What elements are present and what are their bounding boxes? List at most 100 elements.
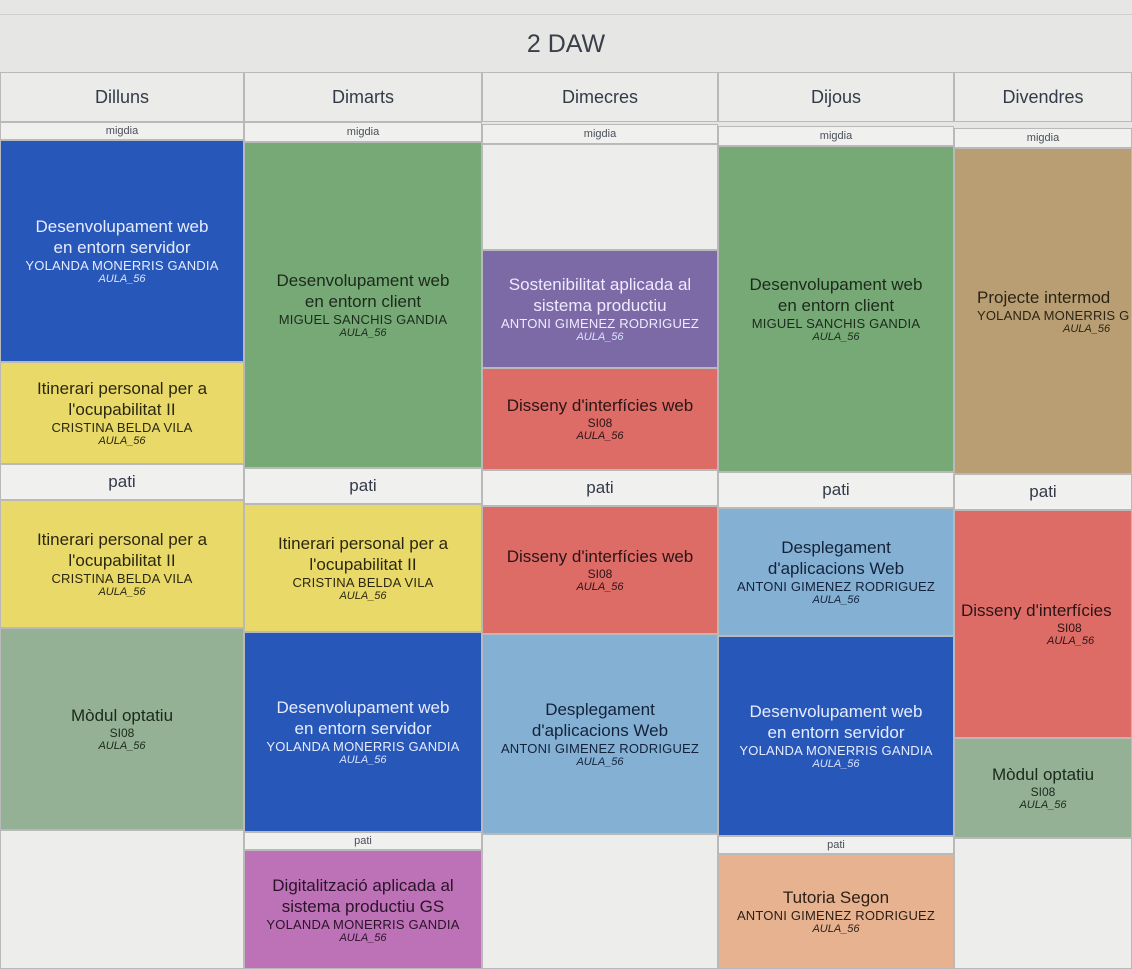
subject-line: d'aplicacions Web [531, 721, 669, 740]
subject-line: d'aplicacions Web [767, 559, 905, 578]
class-block-thu-2[interactable]: Desplegament d'aplicacions Web ANTONI GI… [718, 508, 954, 636]
empty-slot [0, 830, 244, 969]
day-label: Dimecres [561, 86, 638, 107]
day-label: Dilluns [94, 86, 150, 107]
room-label: AULA_56 [576, 331, 624, 343]
subject-line: Itinerari personal per a [36, 530, 208, 549]
class-block-fri-3[interactable]: Mòdul optatiu SI08 AULA_56 [954, 738, 1132, 838]
subject-line: Desenvolupament web [276, 271, 450, 290]
room-label: AULA_56 [339, 327, 387, 339]
teacher-name: CRISTINA BELDA VILA [51, 420, 193, 435]
subject-line: en entorn servidor [767, 723, 905, 742]
class-block-mon-2[interactable]: Itinerari personal per a l'ocupabilitat … [0, 362, 244, 464]
room-label: AULA_56 [812, 594, 860, 606]
day-header-dimecres: Dimecres [482, 72, 718, 122]
teacher-name: YOLANDA MONERRIS GANDIA [739, 743, 933, 758]
class-block-thu-1[interactable]: Desenvolupament web en entorn client MIG… [718, 146, 954, 472]
teacher-name: YOLANDA MONERRIS GANDIA [266, 739, 460, 754]
band-label: pati [354, 835, 372, 847]
class-block-tue-1[interactable]: Desenvolupament web en entorn client MIG… [244, 142, 482, 468]
subject-line: Desplegament [781, 538, 891, 557]
code-label: SI08 [1030, 785, 1056, 799]
room-label: AULA_56 [812, 923, 860, 935]
class-block-mon-1[interactable]: Desenvolupament web en entorn servidor Y… [0, 140, 244, 362]
class-block-wed-3[interactable]: Disseny d'interfícies web SI08 AULA_56 [482, 506, 718, 634]
midday-band: migdia [954, 128, 1132, 148]
class-block-mon-3[interactable]: Itinerari personal per a l'ocupabilitat … [0, 500, 244, 628]
day-label: Dimarts [332, 86, 394, 107]
band-label: migdia [105, 125, 139, 137]
room-label: AULA_56 [1019, 799, 1067, 811]
band-label: migdia [346, 126, 380, 138]
room-label: AULA_56 [98, 586, 146, 598]
day-header-dilluns: Dilluns [0, 72, 244, 122]
break-band: pati [718, 472, 954, 508]
subject-line: en entorn client [304, 292, 422, 311]
day-header-dimarts: Dimarts [244, 72, 482, 122]
midday-band: migdia [718, 126, 954, 146]
subject-line: Disseny d'interfícies [961, 601, 1112, 620]
band-label: pati [586, 478, 614, 497]
subject-line: Mòdul optatiu [70, 706, 174, 725]
subject-line: Desenvolupament web [749, 275, 923, 294]
code-label: SI08 [587, 416, 613, 430]
class-block-fri-1[interactable]: Projecte intermod YOLANDA MONERRIS G AUL… [954, 148, 1132, 474]
empty-slot [482, 834, 718, 969]
band-label: pati [349, 476, 377, 495]
class-block-tue-3[interactable]: Desenvolupament web en entorn servidor Y… [244, 632, 482, 832]
band-label: pati [827, 839, 845, 851]
code-label: SI08 [109, 726, 135, 740]
teacher-name: MIGUEL SANCHIS GANDIA [751, 316, 921, 331]
class-block-tue-4[interactable]: Digitalització aplicada al sistema produ… [244, 850, 482, 969]
teacher-name: ANTONI GIMENEZ RODRIGUEZ [736, 908, 936, 923]
subject-line: Desenvolupament web [749, 702, 923, 721]
code-label: SI08 [587, 567, 613, 581]
teacher-name: CRISTINA BELDA VILA [292, 575, 434, 590]
break-band: pati [954, 474, 1132, 510]
subject-line: en entorn servidor [294, 719, 432, 738]
empty-slot [954, 838, 1132, 969]
room-label: AULA_56 [812, 758, 860, 770]
room-label: AULA_56 [339, 754, 387, 766]
break-band-small: pati [718, 836, 954, 854]
subject-line: Itinerari personal per a [36, 379, 208, 398]
band-label: pati [1029, 482, 1057, 501]
band-label: migdia [819, 130, 853, 142]
class-block-wed-2[interactable]: Disseny d'interfícies web SI08 AULA_56 [482, 368, 718, 470]
class-block-thu-4[interactable]: Tutoria Segon ANTONI GIMENEZ RODRIGUEZ A… [718, 854, 954, 969]
room-label: AULA_56 [576, 581, 624, 593]
teacher-name: ANTONI GIMENEZ RODRIGUEZ [736, 579, 936, 594]
teacher-name: YOLANDA MONERRIS GANDIA [25, 258, 219, 273]
class-block-thu-3[interactable]: Desenvolupament web en entorn servidor Y… [718, 636, 954, 836]
top-border [0, 0, 1132, 15]
class-block-fri-2[interactable]: Disseny d'interfícies SI08 AULA_56 [954, 510, 1132, 738]
empty-slot [482, 144, 718, 250]
teacher-name: YOLANDA MONERRIS G [977, 307, 1130, 323]
break-band-small: pati [244, 832, 482, 850]
class-block-wed-4[interactable]: Desplegament d'aplicacions Web ANTONI GI… [482, 634, 718, 834]
midday-band: migdia [0, 122, 244, 140]
class-block-wed-1[interactable]: Sostenibilitat aplicada al sistema produ… [482, 250, 718, 368]
day-header-dijous: Dijous [718, 72, 954, 122]
subject-line: Digitalització aplicada al [272, 875, 454, 895]
room-label: AULA_56 [339, 931, 387, 944]
band-label: migdia [583, 128, 617, 140]
class-block-mon-4[interactable]: Mòdul optatiu SI08 AULA_56 [0, 628, 244, 830]
code-label: SI08 [1057, 621, 1082, 635]
day-header-divendres: Divendres [954, 72, 1132, 122]
class-block-tue-2[interactable]: Itinerari personal per a l'ocupabilitat … [244, 504, 482, 632]
subject-line: Disseny d'interfícies web [506, 396, 694, 415]
room-label: AULA_56 [98, 273, 146, 285]
band-label: pati [822, 480, 850, 499]
break-band: pati [244, 468, 482, 504]
day-label: Dijous [810, 86, 862, 107]
band-label: pati [108, 472, 136, 491]
midday-band: migdia [244, 122, 482, 142]
teacher-name: YOLANDA MONERRIS GANDIA [266, 916, 460, 932]
subject-line: Disseny d'interfícies web [506, 547, 694, 566]
room-label: AULA_56 [98, 435, 146, 447]
subject-line: Tutoria Segon [782, 888, 890, 907]
subject-line: Mòdul optatiu [991, 765, 1095, 784]
room-label: AULA_56 [576, 756, 624, 768]
subject-line: sistema productiu [533, 296, 667, 315]
